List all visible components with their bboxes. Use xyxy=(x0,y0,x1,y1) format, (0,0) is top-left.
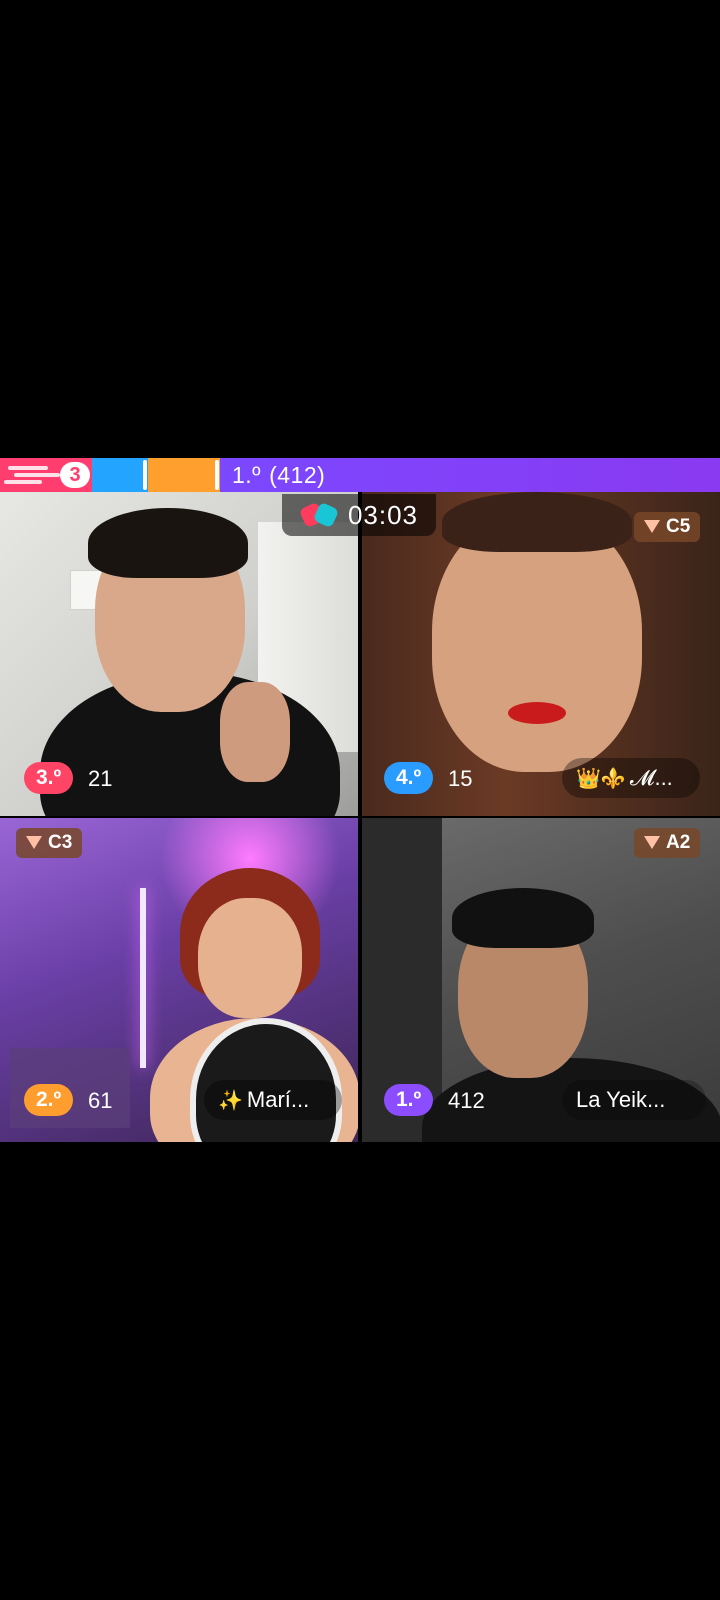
username: La Yeik... xyxy=(576,1087,666,1112)
username-tag[interactable]: La Yeik... xyxy=(562,1080,706,1120)
score-value: 61 xyxy=(88,1088,113,1113)
person-hair-top xyxy=(442,492,632,552)
person-lips xyxy=(508,702,566,724)
person-hair xyxy=(452,888,594,948)
rank-badge: 4.º xyxy=(384,762,434,794)
speed-streak xyxy=(4,480,42,484)
level-badge: A2 xyxy=(634,828,701,858)
neon-light xyxy=(140,888,146,1068)
level-badge: C5 xyxy=(634,512,701,542)
battle-timer: 03:03 xyxy=(282,494,436,536)
guest-tile-4[interactable]: A2 1.º 412 La Yeik... xyxy=(362,818,720,1142)
username: Marí... xyxy=(246,1087,310,1112)
score-value: 412 xyxy=(448,1088,485,1113)
level-label: C5 xyxy=(666,516,691,537)
rank-badge: 1.º xyxy=(384,1084,434,1116)
leader-rank: 1.º xyxy=(232,461,262,488)
rank-badge: 2.º xyxy=(24,1084,74,1116)
speed-streak xyxy=(8,466,48,470)
username: 𝓜... xyxy=(629,765,673,790)
speed-streak xyxy=(14,473,60,477)
progress-segment-orange xyxy=(148,458,220,492)
username-tag[interactable]: ✨ Marí... xyxy=(204,1080,342,1120)
level-label: A2 xyxy=(666,832,691,853)
guest-tile-3[interactable]: C3 2.º 61 ✨ Marí... xyxy=(0,818,358,1142)
leader-summary: 1.º (412) xyxy=(232,458,333,492)
boxing-gloves-icon xyxy=(298,501,340,529)
score-value: 15 xyxy=(448,766,473,791)
diamond-icon xyxy=(26,836,42,850)
person-face xyxy=(198,898,302,1018)
level-badge: C3 xyxy=(16,828,83,858)
diamond-icon xyxy=(644,836,660,850)
crown-fleur-icon: 👑⚜️ xyxy=(576,767,626,790)
username-tag[interactable]: 👑⚜️ 𝓜... xyxy=(562,758,700,798)
progress-marker xyxy=(215,460,219,490)
score-value: 21 xyxy=(88,766,113,791)
sparkle-icon: ✨ xyxy=(218,1089,243,1112)
level-label: C3 xyxy=(48,832,73,853)
diamond-icon xyxy=(644,520,660,534)
rank-badge: 3.º xyxy=(24,762,74,794)
progress-bubble: 3 xyxy=(60,462,90,488)
progress-marker xyxy=(143,460,147,490)
person-hair xyxy=(88,508,248,578)
guest-tile-2[interactable]: C5 4.º 15 👑⚜️ 𝓜... xyxy=(362,492,720,816)
leader-score: (412) xyxy=(269,461,326,488)
timer-text: 03:03 xyxy=(347,499,419,530)
person-hand xyxy=(220,682,290,782)
battle-progress-bar: 3 1.º (412) xyxy=(0,458,720,492)
guest-tile-1[interactable]: 3.º 21 xyxy=(0,492,358,816)
progress-segment-blue xyxy=(92,458,148,492)
